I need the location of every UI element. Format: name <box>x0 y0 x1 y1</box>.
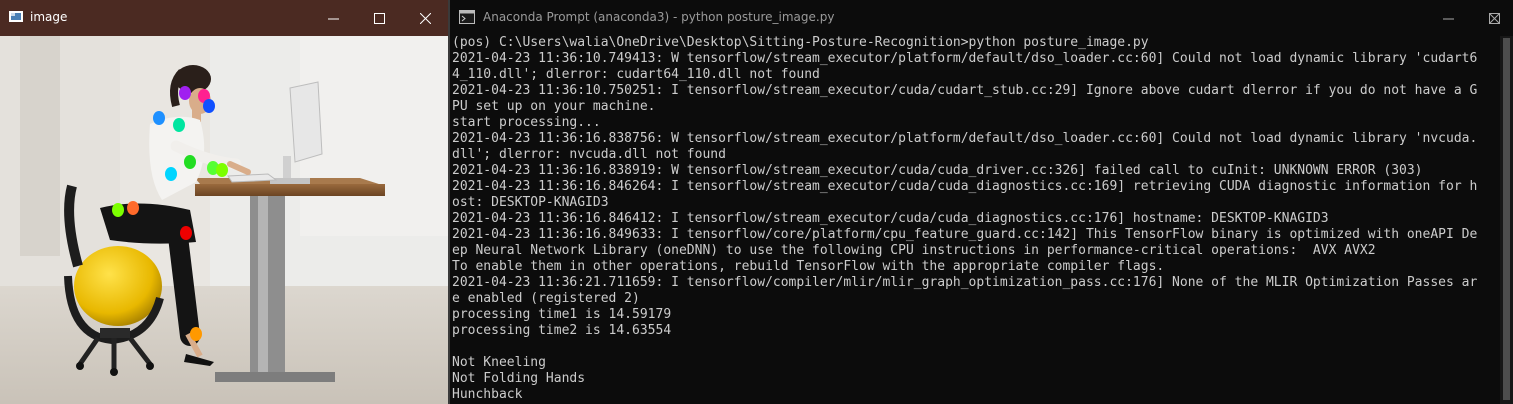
image-window-title: image <box>30 10 68 24</box>
keypoint-dot <box>173 118 185 132</box>
console-line: Hunchback <box>452 387 523 402</box>
console-line: ost: DESKTOP-KNAGID3 <box>452 195 609 210</box>
console-line: Not Kneeling <box>452 355 546 370</box>
keypoint-dot <box>184 155 196 169</box>
console-line: start processing... <box>452 115 601 130</box>
terminal-icon <box>459 10 475 24</box>
console-line: (pos) C:\Users\walia\OneDrive\Desktop\Si… <box>452 35 1149 50</box>
keypoint-dot <box>180 226 192 240</box>
close-button[interactable] <box>1471 0 1513 36</box>
image-window-titlebar[interactable]: image <box>0 0 448 36</box>
terminal-titlebar[interactable]: Anaconda Prompt (anaconda3) - python pos… <box>450 0 1513 36</box>
minimize-icon <box>1442 18 1454 19</box>
scrollbar-thumb[interactable] <box>1503 38 1510 400</box>
keypoint-dot <box>112 203 124 217</box>
keypoint-dot <box>165 167 177 181</box>
console-line: 2021-04-23 11:36:10.750251: I tensorflow… <box>452 83 1478 98</box>
maximize-icon <box>373 12 385 24</box>
console-line: processing time1 is 14.59179 <box>452 307 672 322</box>
console-line: 2021-04-23 11:36:21.711659: I tensorflow… <box>452 275 1478 290</box>
keypoint-dot <box>153 111 165 125</box>
console-line: 2021-04-23 11:36:16.846264: I tensorflow… <box>452 179 1478 194</box>
console-line: 2021-04-23 11:36:16.838756: W tensorflow… <box>452 131 1478 146</box>
keypoint-dot <box>203 99 215 113</box>
console-line: 2021-04-23 11:36:16.838919: W tensorflow… <box>452 163 1423 178</box>
console-line: 2021-04-23 11:36:16.849633: I tensorflow… <box>452 227 1478 242</box>
maximize-button[interactable] <box>356 0 402 36</box>
keypoint-dot <box>190 327 202 341</box>
minimize-button[interactable] <box>310 0 356 36</box>
console-line: processing time2 is 14.63554 <box>452 323 672 338</box>
close-icon <box>1488 12 1500 24</box>
keypoint-dot <box>127 201 139 215</box>
close-icon <box>419 12 431 24</box>
keypoint-dot <box>216 163 228 177</box>
minimize-button[interactable] <box>1425 0 1471 36</box>
console-scrollbar[interactable] <box>1500 36 1513 404</box>
posture-photo-illustration <box>0 36 448 404</box>
anaconda-prompt-window: Anaconda Prompt (anaconda3) - python pos… <box>448 0 1513 404</box>
keypoint-dot <box>179 86 191 100</box>
terminal-title: Anaconda Prompt (anaconda3) - python pos… <box>483 10 835 24</box>
console-line: 4_110.dll'; dlerror: cudart64_110.dll no… <box>452 67 820 82</box>
console-line: PU set up on your machine. <box>452 99 656 114</box>
console-output[interactable]: (pos) C:\Users\walia\OneDrive\Desktop\Si… <box>452 35 1500 404</box>
posture-image <box>0 36 448 404</box>
console-line: Not Folding Hands <box>452 371 586 386</box>
close-button[interactable] <box>402 0 448 36</box>
console-line: dll'; dlerror: nvcuda.dll not found <box>452 147 726 162</box>
console-line: e enabled (registered 2) <box>452 291 640 306</box>
console-line: ep Neural Network Library (oneDNN) to us… <box>452 243 1376 258</box>
console-line: 2021-04-23 11:36:16.846412: I tensorflow… <box>452 211 1329 226</box>
image-window: image <box>0 0 448 404</box>
window-divider <box>448 0 450 404</box>
image-window-icon <box>9 11 23 22</box>
console-line: To enable them in other operations, rebu… <box>452 259 1165 274</box>
console-line: 2021-04-23 11:36:10.749413: W tensorflow… <box>452 51 1478 66</box>
minimize-icon <box>327 18 339 19</box>
